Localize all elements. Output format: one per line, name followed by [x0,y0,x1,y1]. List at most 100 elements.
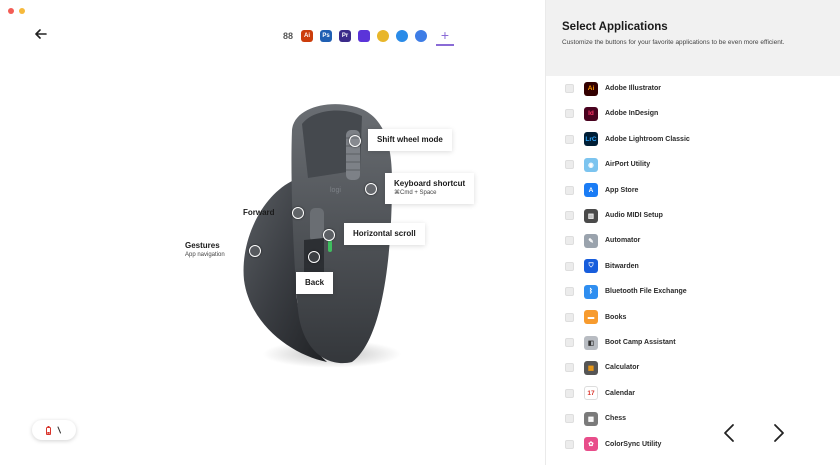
app-name: ColorSync Utility [605,440,662,448]
previous-page-button[interactable] [719,420,739,446]
shift-wheel-hotspot[interactable] [349,135,361,147]
list-item[interactable]: ▦ Calculator [546,355,840,380]
app-checkbox[interactable] [565,134,574,144]
svg-text:logi: logi [330,187,341,194]
app-checkbox[interactable] [565,287,574,297]
indesign-icon: Id [584,106,598,121]
shift-wheel-callout[interactable]: Shift wheel mode [368,129,452,152]
arrow-left-icon [35,29,47,39]
app-name: Boot Camp Assistant [605,339,676,346]
app-name: Calendar [605,389,635,397]
app-name: Automator [605,237,641,245]
keyboard-shortcut-value: ⌘Cmd + Space [394,190,437,197]
app-checkbox[interactable] [565,388,574,398]
bluetooth-icon: ᛒ [584,284,598,299]
airport-icon: ◉ [584,157,598,172]
lightroom-icon: LrC [584,132,598,147]
list-item[interactable]: 17 Calendar [546,381,840,406]
list-item[interactable]: ▩ Chess [546,406,840,431]
app-checkbox[interactable] [565,439,574,449]
app-checkbox[interactable] [565,363,574,373]
panel-title: Select Applications [562,21,668,33]
back-callout[interactable]: Back [296,272,334,295]
battery-icon [46,425,51,435]
app-tab-adobe-photoshop[interactable]: Ps [320,30,332,42]
back-button[interactable] [31,24,51,44]
app-tab-adobe-illustrator[interactable]: Ai [301,30,313,42]
list-item[interactable]: A App Store [546,178,840,203]
app-tab-all-applications[interactable]: 88 [282,30,294,42]
app-tab-app-5[interactable] [358,30,370,42]
app-name: App Store [605,186,639,194]
app-checkbox[interactable] [565,236,574,246]
add-application-tab[interactable]: + [436,26,454,46]
forward-label: Forward [243,208,275,217]
books-icon: ▬ [584,310,598,325]
illustrator-icon: Ai [584,81,598,96]
midi-icon: ▥ [584,208,598,223]
shift-wheel-label: Shift wheel mode [377,135,443,144]
calendar-icon: 17 [584,386,598,401]
app-checkbox[interactable] [565,185,574,195]
app-name: AirPort Utility [605,161,651,169]
forward-label-block[interactable]: Forward [243,207,275,218]
horizontal-scroll-hotspot[interactable] [323,229,335,241]
list-item[interactable]: Id Adobe InDesign [546,101,840,126]
gestures-label-block[interactable]: Gestures App navigation [185,240,225,260]
app-name: Audio MIDI Setup [605,212,663,219]
app-tab-app-8[interactable] [415,30,427,42]
app-tab-safari[interactable] [396,30,408,42]
list-item[interactable]: ⛉ Bitwarden [546,254,840,279]
app-name: Bluetooth File Exchange [605,288,687,296]
select-applications-panel: Select Applications Customize the button… [545,0,840,465]
chess-icon: ▩ [584,411,598,426]
forward-hotspot[interactable] [292,207,304,219]
illustrator-icon: Ai [304,33,310,39]
list-item[interactable]: LrC Adobe Lightroom Classic [546,127,840,152]
grid-icon: 88 [282,31,293,41]
boot-camp-icon: ◧ [584,335,598,350]
bitwarden-icon: ⛉ [584,259,598,274]
list-item[interactable]: ᛒ Bluetooth File Exchange [546,279,840,304]
list-item[interactable]: ✿ ColorSync Utility [546,432,840,457]
app-name: Books [605,313,627,321]
list-item[interactable]: Ai Adobe Illustrator [546,76,840,101]
list-item[interactable]: ▬ Books [546,305,840,330]
list-item[interactable]: ◉ AirPort Utility [546,152,840,177]
list-item[interactable]: ◧ Boot Camp Assistant [546,330,840,355]
app-store-icon: A [584,183,598,198]
premiere-icon: Pr [341,33,349,39]
list-item[interactable]: ▥ Audio MIDI Setup [546,203,840,228]
device-status-pill[interactable] [32,420,76,440]
app-checkbox[interactable] [565,109,574,119]
keyboard-shortcut-hotspot[interactable] [365,183,377,195]
gestures-hotspot[interactable] [249,245,261,257]
mouse-config-pane: 88 Ai Ps Pr + logi Shift wheel mode Keyb… [0,0,545,465]
chevron-left-icon [724,424,734,442]
app-checkbox[interactable] [565,211,574,220]
app-tab-google-chrome[interactable] [377,30,389,42]
keyboard-shortcut-callout[interactable]: Keyboard shortcut ⌘Cmd + Space [385,173,475,205]
app-checkbox[interactable] [565,160,574,170]
app-checkbox[interactable] [565,312,574,322]
app-name: Chess [605,415,627,423]
app-checkbox[interactable] [565,84,574,93]
back-hotspot[interactable] [308,251,320,263]
minimize-window-dot[interactable] [19,8,25,14]
app-checkbox[interactable] [565,261,574,271]
gestures-label: Gestures [185,241,220,250]
photoshop-icon: Ps [322,33,330,39]
app-name: Adobe Lightroom Classic [605,135,690,143]
app-name: Calculator [605,364,640,372]
application-tabs: 88 Ai Ps Pr + [282,26,454,46]
horizontal-scroll-callout[interactable]: Horizontal scroll [344,223,425,246]
horizontal-scroll-label: Horizontal scroll [353,229,416,238]
automator-icon: ✎ [584,233,598,248]
calculator-icon: ▦ [584,360,598,375]
close-window-dot[interactable] [8,8,14,14]
app-checkbox[interactable] [565,414,574,424]
list-item[interactable]: ✎ Automator [546,228,840,253]
app-tab-adobe-premiere[interactable]: Pr [339,30,351,42]
next-page-button[interactable] [769,420,789,446]
app-checkbox[interactable] [565,338,574,347]
